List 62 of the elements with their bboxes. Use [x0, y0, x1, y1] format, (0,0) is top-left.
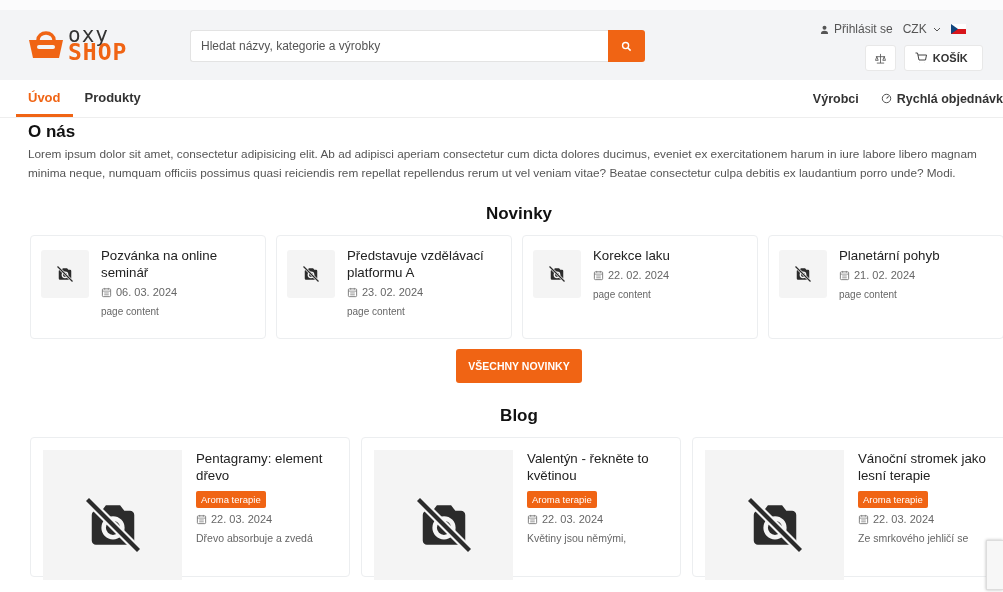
search-icon [621, 40, 632, 52]
no-image-icon [301, 264, 321, 284]
blog-title: Pentagramy: element dřevo [196, 450, 324, 484]
blog-date: 22. 03. 2024 [196, 513, 273, 525]
news-date: 23. 02. 2024 [347, 286, 501, 298]
no-image-icon [55, 264, 75, 284]
no-image-icon [793, 264, 813, 284]
blog-excerpt: Květiny jsou němými, [527, 532, 627, 544]
scales-icon [874, 52, 886, 64]
calendar-icon [527, 513, 538, 525]
currency-dropdown[interactable]: CZK [902, 22, 941, 36]
search-button[interactable] [608, 30, 645, 62]
blog-title: Vánoční stromek jako lesní terapie [858, 450, 987, 484]
nav-link[interactable]: Výrobci [812, 80, 859, 117]
news-date: 06. 03. 2024 [101, 286, 255, 298]
caret-icon [932, 26, 941, 32]
cart-icon [914, 52, 927, 64]
news-card[interactable]: Korekce laku 22. 02. 2024 page content [522, 235, 758, 339]
blog-excerpt: Dřevo absorbuje a zvedá [196, 532, 313, 544]
news-title: Pozvánka na online seminář [101, 247, 219, 281]
news-date: 21. 02. 2024 [839, 269, 940, 281]
no-image-icon [547, 264, 567, 284]
blog-date: 22. 03. 2024 [527, 513, 604, 525]
calendar-icon [839, 269, 850, 281]
news-title: Planetární pohyb [839, 247, 940, 264]
news-date: 22. 02. 2024 [593, 269, 670, 281]
captcha-badge [986, 540, 1003, 590]
search-field[interactable]: Hledat názvy, kategorie a výrobky [190, 30, 608, 62]
calendar-icon [196, 513, 207, 525]
news-card[interactable]: Planetární pohyb 21. 02. 2024 page content [768, 235, 1003, 339]
calendar-icon [347, 286, 358, 298]
news-title: Korekce laku [593, 247, 670, 264]
news-excerpt: page content [347, 306, 406, 317]
calendar-icon [858, 513, 869, 525]
news-card[interactable]: Představuje vzdělávací platformu A 23. 02. 2024 page content [276, 235, 512, 339]
user-icon [820, 24, 829, 34]
blog-date: 22. 03. 2024 [858, 513, 935, 525]
news-card[interactable]: Pozvánka na online seminář 06. 03. 2024 page content [30, 235, 266, 339]
news-title: Představuje vzdělávací platformu A [347, 247, 485, 281]
basket-icon [28, 29, 64, 60]
blog-card[interactable]: Vánoční stromek jako lesní terapie Aroma terapie 22. 03. 2024 Ze smrkového jehličí se [692, 437, 1003, 577]
gauge-icon [880, 93, 892, 104]
nav-link[interactable]: Rychlá objednávk [880, 80, 1003, 117]
flag-icon [950, 23, 966, 34]
blog-card[interactable]: Pentagramy: element dřevo Aroma terapie 22. 03. 2024 Dřevo absorbuje a zvedá [30, 437, 350, 577]
news-excerpt: page content [839, 289, 898, 300]
news-excerpt: page content [593, 289, 652, 300]
blog-card[interactable]: Valentýn - řekněte to květinou Aroma terapie 22. 03. 2024 Květiny jsou němými, [361, 437, 681, 577]
about-text: Lorem ipsum dolor sit amet, consectetur adipisicing elit. Ab ad adipisci aperiam consectetur cum dicta dolores ducimus, eveniet ex exercitationem harum in iure labore libero magnam minima neque, numquam officiis possimus quasi reiciendis rem repellat repellendus rerum ut vel veniam vitae? Beatae consectetur culpa debitis ex laudantium porro unde? Modi. [28, 146, 978, 182]
logo[interactable]: oxy SHOP [28, 27, 168, 62]
login-link[interactable]: Přihlásit se [820, 22, 893, 36]
cart-button[interactable]: KOŠÍK [903, 45, 983, 71]
calendar-icon [593, 269, 604, 281]
compare-button[interactable] [864, 45, 896, 71]
section-title: O nás [28, 122, 77, 142]
blog-title: Valentýn - řekněte to květinou [527, 450, 650, 484]
nav-tab[interactable]: Produkty [72, 80, 153, 117]
news-excerpt: page content [101, 306, 160, 317]
calendar-icon [101, 286, 112, 298]
blog-excerpt: Ze smrkového jehličí se [858, 532, 969, 544]
section-title: Blog [499, 406, 539, 426]
section-title: Novinky [484, 204, 554, 224]
